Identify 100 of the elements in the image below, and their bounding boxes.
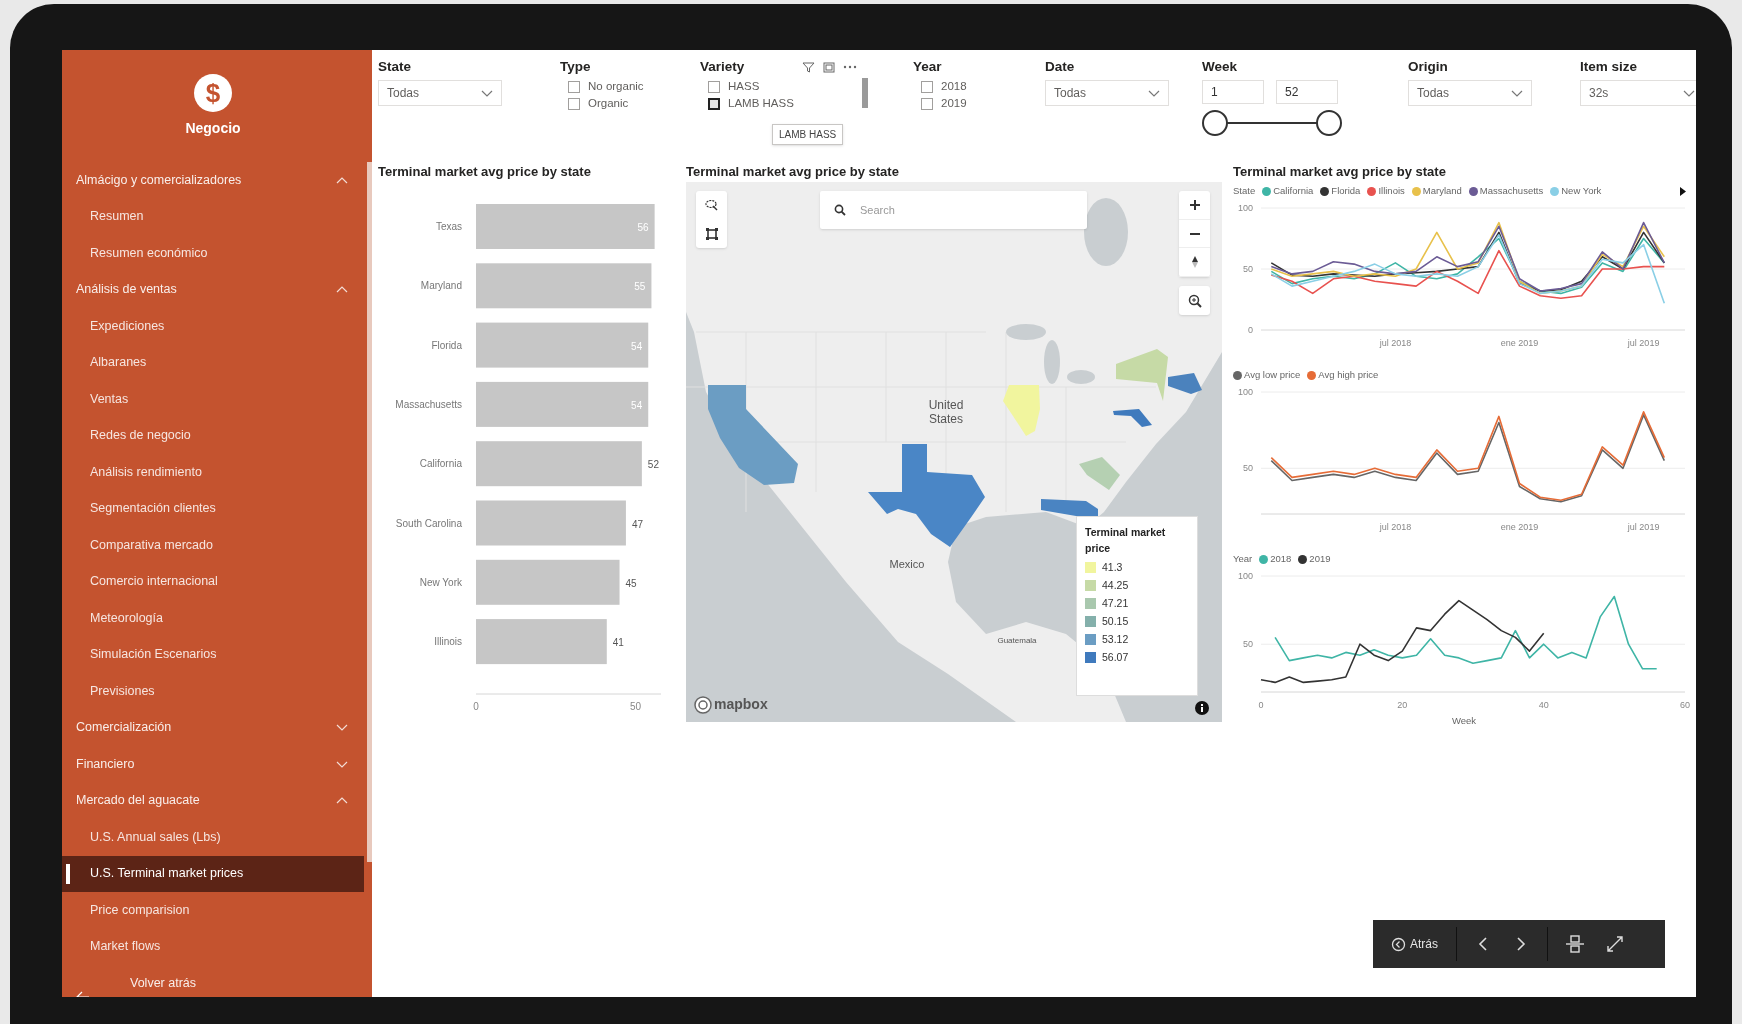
- axis-label: jul 2018: [1379, 522, 1412, 532]
- dropdown[interactable]: 32s: [1580, 80, 1696, 106]
- filter-label: State: [378, 57, 411, 76]
- nav-section-header[interactable]: Financiero: [62, 746, 364, 783]
- nav-item[interactable]: Albaranes: [62, 344, 364, 381]
- checkbox[interactable]: [921, 98, 933, 110]
- dropdown[interactable]: Todas: [1408, 80, 1532, 106]
- axis-label: 50: [629, 701, 642, 712]
- lasso-select-icon[interactable]: [704, 199, 719, 212]
- filter-label: Variety: [700, 57, 745, 76]
- data-label: 41: [612, 637, 624, 649]
- focus-mode-icon[interactable]: [823, 61, 836, 73]
- category-label: Texas: [435, 221, 462, 232]
- scrollbar[interactable]: [862, 78, 868, 108]
- nav-item[interactable]: U.S. Terminal market prices: [62, 855, 364, 892]
- legend-label: 44.25: [1102, 577, 1129, 593]
- nav-item[interactable]: Previsiones: [62, 673, 364, 710]
- range-input[interactable]: 52: [1276, 80, 1338, 104]
- filter-label: Origin: [1408, 57, 1448, 76]
- nav-section-header[interactable]: Mercado del aguacate: [62, 782, 364, 819]
- filter-icon[interactable]: [802, 61, 816, 73]
- back-link[interactable]: Volver atrás: [62, 965, 364, 997]
- nav-section-header[interactable]: Comercialización: [62, 709, 364, 746]
- axis-label: 0: [1258, 700, 1264, 710]
- box-select-icon[interactable]: [705, 227, 718, 240]
- nav-section-header[interactable]: Análisis de ventas: [62, 271, 364, 308]
- legend-label: 2018: [1270, 551, 1292, 566]
- map-label: Mexico: [888, 558, 926, 572]
- fit-page-icon: [1565, 934, 1585, 954]
- nav-item[interactable]: Resumen económico: [62, 235, 364, 272]
- nav-item[interactable]: Comparativa mercado: [62, 527, 364, 564]
- data-label: 45: [625, 577, 637, 589]
- axis-label: ene 2019: [1500, 338, 1539, 348]
- legend-label: Avg high price: [1318, 367, 1379, 382]
- dropdown[interactable]: Todas: [378, 80, 502, 106]
- checkbox[interactable]: [921, 81, 933, 93]
- nav-item[interactable]: Meteorología: [62, 600, 364, 637]
- dropdown[interactable]: Todas: [1045, 80, 1169, 106]
- category-label: South Carolina: [395, 517, 462, 529]
- axis-label: jul 2018: [1379, 338, 1412, 348]
- info-icon[interactable]: [1195, 701, 1209, 715]
- filter-label: Week: [1202, 57, 1238, 76]
- back-button[interactable]: Atrás: [1383, 927, 1446, 961]
- axis-label: 0: [473, 701, 479, 712]
- axis-label: 60: [1680, 700, 1690, 710]
- range-slider[interactable]: [1202, 110, 1342, 136]
- expand-icon: [1606, 935, 1624, 953]
- axis-label: 50: [1243, 639, 1253, 650]
- checkbox[interactable]: [708, 98, 720, 110]
- axis-title: Week: [1450, 714, 1478, 728]
- nav-item[interactable]: Redes de negocio: [62, 417, 364, 454]
- nav-item[interactable]: Comercio internacional: [62, 563, 364, 600]
- chevron-right-icon: [1515, 936, 1527, 952]
- checkbox[interactable]: [568, 81, 580, 93]
- legend-label: Maryland: [1422, 183, 1462, 198]
- nav-item[interactable]: Ventas: [62, 381, 364, 418]
- dollar-logo: $: [194, 73, 232, 112]
- nav-item[interactable]: Resumen: [62, 198, 364, 235]
- search-field[interactable]: Search: [820, 191, 1087, 229]
- legend-label: 41.3: [1102, 559, 1123, 575]
- nav-item[interactable]: Análisis rendimiento: [62, 454, 364, 491]
- chevron-left-icon: [1477, 936, 1489, 952]
- axis-label: 100: [1237, 571, 1253, 581]
- slider-thumb[interactable]: [1316, 110, 1342, 136]
- axis-label: 0: [1248, 325, 1253, 335]
- range-input[interactable]: 1: [1202, 80, 1264, 104]
- nav-item[interactable]: Price comparision: [62, 892, 364, 929]
- more-options-icon[interactable]: [843, 65, 858, 69]
- back-icon: [1391, 936, 1406, 952]
- option-label: No organic: [588, 79, 644, 95]
- nav-item[interactable]: U.S. Annual sales (Lbs): [62, 819, 364, 856]
- axis-label: 100: [1237, 203, 1253, 213]
- nav-section-header[interactable]: Almácigo y comercializadores: [62, 162, 364, 199]
- chart-title: Terminal market avg price by state: [1233, 163, 1447, 181]
- checkbox[interactable]: [568, 98, 580, 110]
- axis-label: 20: [1397, 700, 1408, 710]
- zoom-icon: [1187, 293, 1202, 308]
- zoom-search-button[interactable]: [1179, 286, 1210, 315]
- legend-label: 53.12: [1102, 631, 1129, 647]
- filter-label: Year: [913, 57, 942, 76]
- chart-title: Terminal market avg price by state: [377, 163, 592, 181]
- legend-title: State: [1233, 183, 1256, 198]
- checkbox[interactable]: [708, 81, 720, 93]
- scrollbar[interactable]: [367, 162, 372, 862]
- app-title: Negocio: [185, 118, 241, 138]
- category-label: Maryland: [420, 280, 462, 292]
- legend-label: Massachusetts: [1479, 183, 1544, 198]
- nav-item[interactable]: Segmentación clientes: [62, 490, 364, 527]
- legend-label: Illinois: [1378, 183, 1405, 198]
- slider-thumb[interactable]: [1202, 110, 1228, 136]
- nav-item[interactable]: Simulación Escenarios: [62, 636, 364, 673]
- nav-item[interactable]: Market flows: [62, 928, 364, 965]
- axis-label: jul 2019: [1627, 338, 1660, 348]
- axis-label: ene 2019: [1500, 522, 1539, 532]
- plus-icon: [1188, 198, 1201, 211]
- data-label: 47: [631, 518, 644, 530]
- scroll-right-icon[interactable]: [1680, 186, 1686, 196]
- data-label: 54: [631, 399, 643, 411]
- nav-item[interactable]: Expediciones: [62, 308, 364, 345]
- search-icon: [834, 204, 846, 216]
